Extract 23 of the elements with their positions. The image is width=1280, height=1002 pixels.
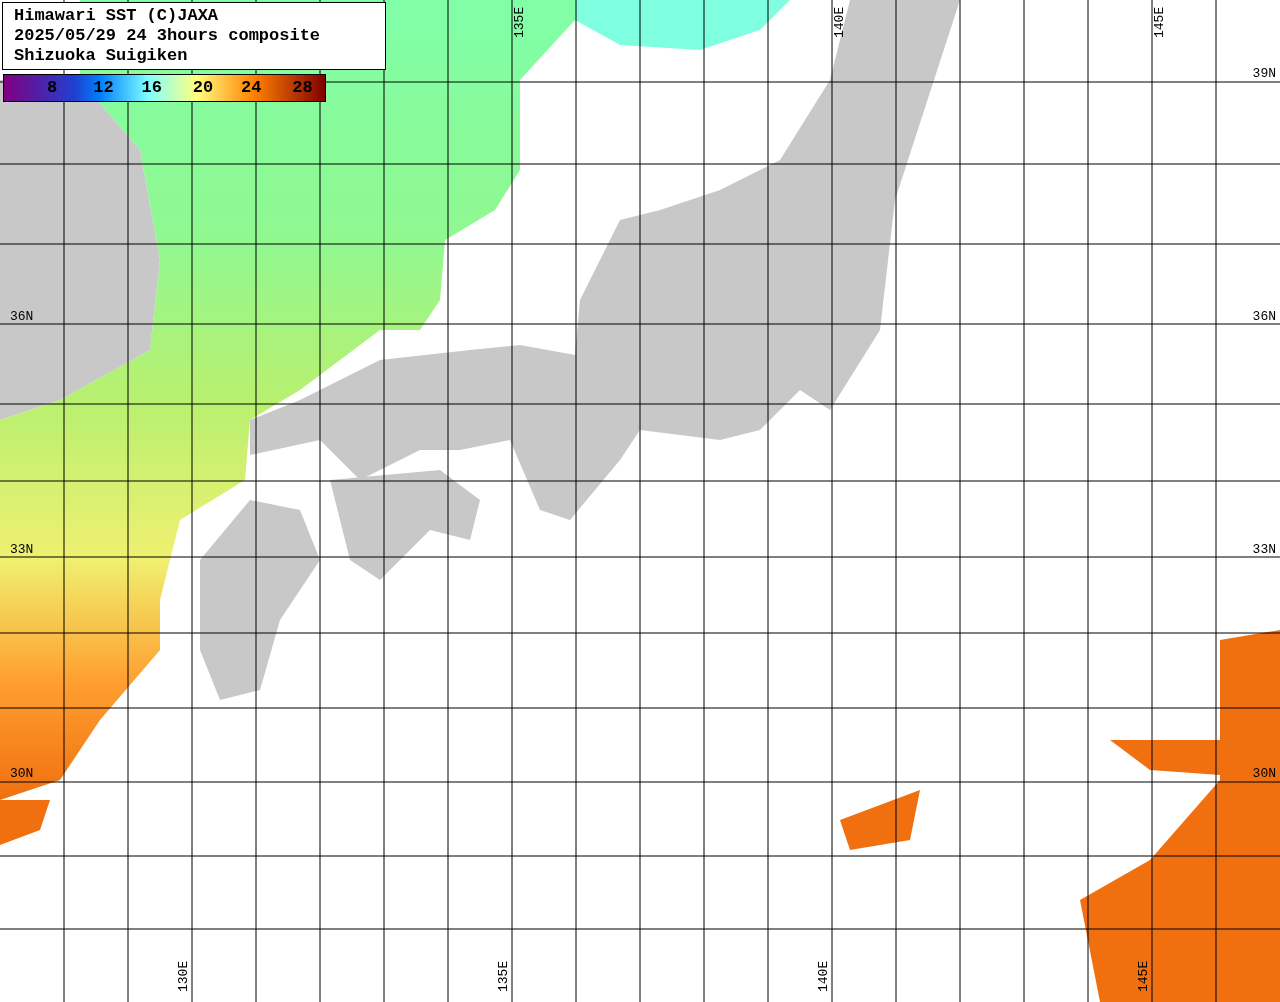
scale-value: 20 [192, 78, 214, 98]
latitude-label: 36N [10, 310, 34, 324]
longitude-label: 135E [513, 6, 527, 38]
longitude-label: 135E [497, 960, 511, 992]
longitude-label: 145E [1137, 960, 1151, 992]
scale-value: 8 [47, 78, 58, 98]
latitude-label: 30N [10, 767, 34, 781]
latitude-label: 36N [1252, 310, 1276, 324]
longitude-label: 140E [833, 6, 847, 38]
title-text: Shizuoka Suigiken [14, 46, 189, 66]
latitude-label: 30N [1252, 767, 1276, 781]
title-text: 2025/05/29 24 3hours composite [14, 26, 322, 46]
latitude-label: 39N [1252, 67, 1276, 81]
scale-value: 24 [240, 78, 262, 98]
longitude-label: 145E [1153, 6, 1167, 38]
latitude-label: 33N [1252, 543, 1276, 557]
scale-value: 12 [93, 78, 114, 98]
scale-value: 28 [292, 78, 313, 98]
longitude-label: 140E [817, 960, 831, 992]
scale-value: 16 [141, 78, 162, 98]
title-text: Himawari SST (C)JAXA [14, 6, 220, 26]
latitude-label: 33N [10, 543, 34, 557]
longitude-label: 130E [177, 960, 191, 992]
